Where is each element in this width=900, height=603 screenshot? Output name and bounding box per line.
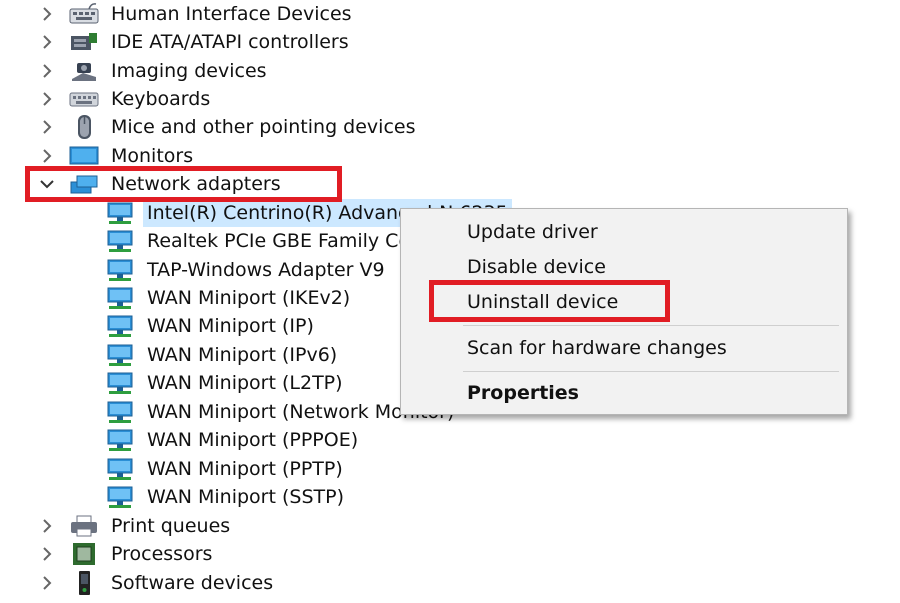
tree-item-monitors[interactable]: Monitors bbox=[36, 142, 197, 170]
adapter-label: WAN Miniport (IPv6) bbox=[147, 344, 338, 366]
processor-icon bbox=[68, 540, 100, 568]
adapter-label: WAN Miniport (PPPOE) bbox=[147, 429, 359, 451]
network-adapter-icon bbox=[104, 483, 136, 511]
menu-item-disable-device[interactable]: Disable device bbox=[467, 252, 606, 282]
adapter-item[interactable]: TAP-Windows Adapter V9 bbox=[104, 256, 389, 284]
hid-keyboard-icon bbox=[68, 0, 100, 28]
keyboard-icon bbox=[68, 85, 100, 113]
tree-item-label: Human Interface Devices bbox=[111, 3, 352, 25]
tree-item-software-devices[interactable]: Software devices bbox=[36, 569, 277, 597]
tree-item-human-interface-devices[interactable]: Human Interface Devices bbox=[36, 0, 356, 28]
chevron-right-icon[interactable] bbox=[36, 85, 58, 113]
chevron-right-icon[interactable] bbox=[36, 113, 58, 141]
adapter-label: WAN Miniport (L2TP) bbox=[147, 372, 343, 394]
network-adapter-icon bbox=[104, 398, 136, 426]
network-adapter-icon bbox=[104, 199, 136, 227]
network-adapter-icon bbox=[68, 170, 100, 198]
adapter-label: WAN Miniport (SSTP) bbox=[147, 486, 344, 508]
menu-separator bbox=[463, 325, 839, 326]
tree-item-label: Imaging devices bbox=[111, 60, 267, 82]
network-adapter-icon bbox=[104, 455, 136, 483]
tree-item-imaging-devices[interactable]: Imaging devices bbox=[36, 57, 271, 85]
adapter-item[interactable]: WAN Miniport (PPTP) bbox=[104, 455, 347, 483]
chevron-right-icon[interactable] bbox=[36, 0, 58, 28]
adapter-label: WAN Miniport (IP) bbox=[147, 315, 314, 337]
adapter-item[interactable]: WAN Miniport (IKEv2) bbox=[104, 284, 354, 312]
menu-item-update-driver[interactable]: Update driver bbox=[467, 217, 598, 247]
tree-item-mice[interactable]: Mice and other pointing devices bbox=[36, 113, 419, 141]
tree-item-print-queues[interactable]: Print queues bbox=[36, 512, 234, 540]
tree-item-processors[interactable]: Processors bbox=[36, 540, 216, 568]
mouse-icon bbox=[68, 113, 100, 141]
network-adapter-icon bbox=[104, 312, 136, 340]
tree-item-label: Mice and other pointing devices bbox=[111, 116, 416, 138]
network-adapter-icon bbox=[104, 227, 136, 255]
chevron-right-icon[interactable] bbox=[36, 569, 58, 597]
tree-item-label: Monitors bbox=[111, 145, 194, 167]
chevron-down-icon[interactable] bbox=[36, 170, 58, 198]
adapter-item[interactable]: WAN Miniport (PPPOE) bbox=[104, 426, 362, 454]
adapter-label: TAP-Windows Adapter V9 bbox=[147, 259, 385, 281]
adapter-item[interactable]: WAN Miniport (IPv6) bbox=[104, 341, 341, 369]
chevron-right-icon[interactable] bbox=[36, 57, 58, 85]
network-adapter-icon bbox=[104, 256, 136, 284]
chevron-right-icon[interactable] bbox=[36, 142, 58, 170]
chevron-right-icon[interactable] bbox=[36, 512, 58, 540]
menu-item-scan-hardware[interactable]: Scan for hardware changes bbox=[467, 333, 727, 363]
software-device-icon bbox=[68, 569, 100, 597]
chevron-right-icon[interactable] bbox=[36, 540, 58, 568]
ide-controller-icon bbox=[68, 28, 100, 56]
tree-item-ide-controllers[interactable]: IDE ATA/ATAPI controllers bbox=[36, 28, 353, 56]
adapter-item[interactable]: WAN Miniport (SSTP) bbox=[104, 483, 348, 511]
network-adapter-icon bbox=[104, 426, 136, 454]
network-adapter-icon bbox=[104, 369, 136, 397]
adapter-label: WAN Miniport (PPTP) bbox=[147, 458, 343, 480]
menu-item-uninstall-device[interactable]: Uninstall device bbox=[467, 287, 618, 317]
adapter-item[interactable]: WAN Miniport (L2TP) bbox=[104, 369, 347, 397]
tree-item-label: IDE ATA/ATAPI controllers bbox=[111, 31, 349, 53]
camera-icon bbox=[68, 57, 100, 85]
network-adapter-icon bbox=[104, 341, 136, 369]
tree-item-keyboards[interactable]: Keyboards bbox=[36, 85, 214, 113]
printer-icon bbox=[68, 512, 100, 540]
chevron-right-icon[interactable] bbox=[36, 28, 58, 56]
adapter-item[interactable]: WAN Miniport (IP) bbox=[104, 312, 318, 340]
adapter-label: WAN Miniport (IKEv2) bbox=[147, 287, 351, 309]
tree-item-network-adapters[interactable]: Network adapters bbox=[36, 170, 285, 198]
context-menu: Update driver Disable device Uninstall d… bbox=[400, 208, 848, 415]
tree-item-label: Print queues bbox=[111, 515, 231, 537]
tree-item-label: Keyboards bbox=[111, 88, 211, 110]
tree-item-label: Processors bbox=[111, 543, 213, 565]
monitor-icon bbox=[68, 142, 100, 170]
network-adapter-icon bbox=[104, 284, 136, 312]
menu-separator bbox=[463, 371, 839, 372]
tree-item-label: Software devices bbox=[111, 572, 274, 594]
menu-item-properties[interactable]: Properties bbox=[467, 378, 579, 408]
tree-item-label: Network adapters bbox=[111, 173, 281, 195]
